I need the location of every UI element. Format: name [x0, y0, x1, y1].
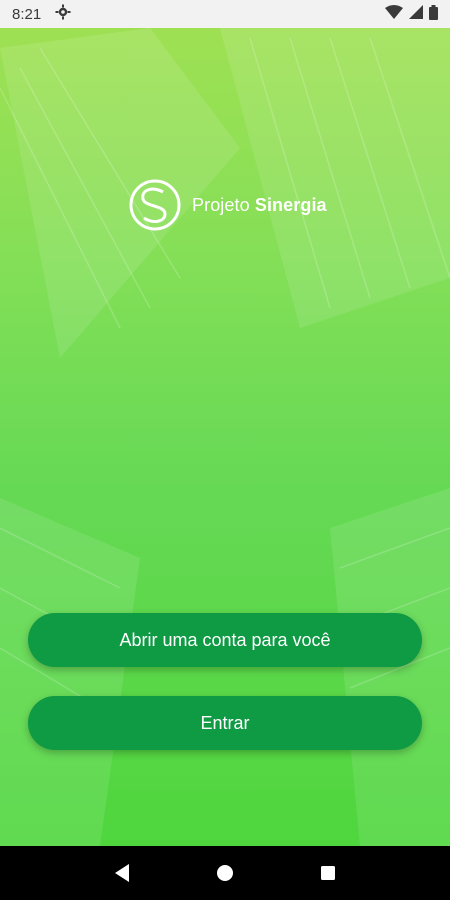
- status-time: 8:21: [12, 5, 42, 23]
- battery-icon: [429, 4, 438, 24]
- status-icons: [385, 4, 438, 24]
- home-icon: [216, 865, 233, 881]
- login-button[interactable]: Entrar: [28, 696, 422, 750]
- sinergia-s-icon: [129, 179, 181, 231]
- brand-name-bold: Sinergia: [254, 194, 327, 215]
- brand-logo: Projeto Sinergia: [128, 178, 327, 232]
- signal-icon: [409, 5, 423, 23]
- home-button[interactable]: [211, 859, 239, 887]
- open-account-button[interactable]: Abrir uma conta para você: [28, 613, 422, 667]
- status-bar: 8:21: [0, 0, 450, 28]
- recents-button[interactable]: [314, 859, 342, 887]
- android-navigation-bar: [0, 846, 450, 900]
- back-button[interactable]: [108, 859, 136, 887]
- recents-icon: [321, 866, 336, 880]
- back-icon: [114, 864, 129, 882]
- welcome-screen: Projeto Sinergia Abrir uma conta para vo…: [0, 28, 450, 846]
- settings-icon: [55, 4, 71, 24]
- wifi-icon: [385, 5, 403, 23]
- brand-name: Projeto Sinergia: [192, 195, 327, 216]
- brand-name-light: Projeto: [192, 194, 255, 215]
